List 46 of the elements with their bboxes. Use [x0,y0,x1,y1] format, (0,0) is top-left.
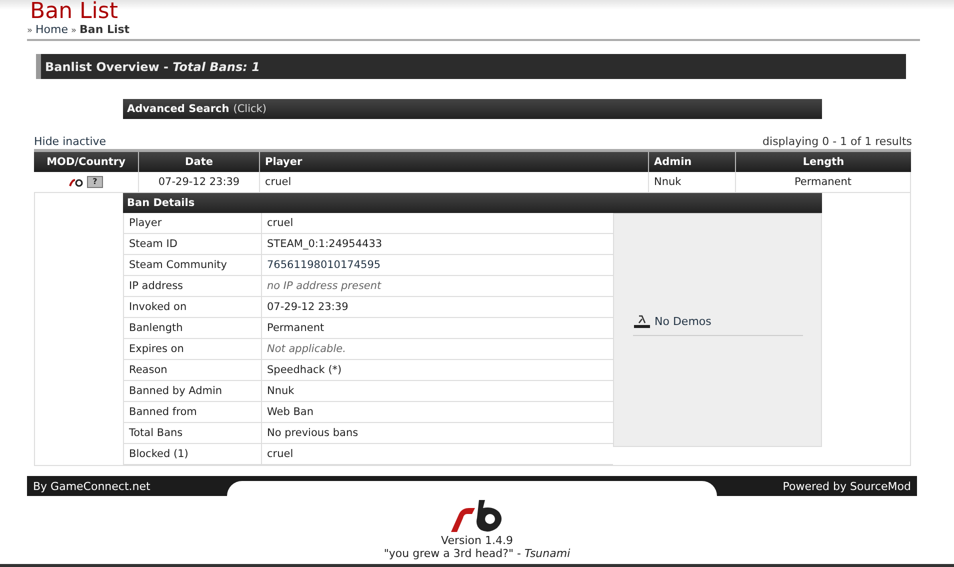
footer-quote: "you grew a 3rd head?" - Tsunami [384,547,570,560]
no-demos-link[interactable]: No Demos [654,315,712,328]
breadcrumb-current: Ban List [80,24,130,36]
detail-label: Banned by Admin [123,381,262,401]
ban-details-header: Ban Details [123,193,822,213]
version-text: Version 1.4.9 [441,534,513,547]
column-header: Length [802,155,846,170]
detail-label: Steam Community [123,255,262,275]
detail-value: 07-29-12 23:39 [266,300,350,315]
detail-label: Player [123,213,262,233]
detail-label: Banned from [123,402,262,422]
detail-value: Not applicable. [266,342,347,357]
detail-label: Blocked (1) [123,444,262,464]
detail-value: Nnuk [266,384,296,399]
detail-value: cruel [266,447,294,462]
detail-label: Reason [123,360,262,380]
overview-title: Banlist Overview - Total Bans: 1 [45,60,260,74]
footer-credit: By GameConnect.net [33,480,150,492]
detail-value: Web Ban [266,405,315,420]
page-title: Ban List [29,0,119,24]
detail-label: Total Bans [123,423,262,443]
detail-value: Speedhack (*) [266,363,343,378]
detail-label: IP address [123,276,262,296]
detail-label: Banlength [123,318,262,338]
detail-value: no IP address present [266,279,382,294]
table-cell: cruel [260,172,649,192]
footer-powered-by: Powered by SourceMod [782,480,911,492]
detail-label: Invoked on [123,297,262,317]
demo-icon [632,314,650,328]
detail-label: Expires on [123,339,262,359]
detail-value: Permanent [266,321,326,336]
detail-label: Steam ID [123,234,262,254]
detail-value: STEAM_0:1:24954433 [266,237,384,252]
results-count: displaying 0 - 1 of 1 results [762,134,912,148]
breadcrumb-link[interactable]: Home [36,24,68,36]
advanced-search-bar[interactable]: Advanced Search (Click) [123,99,822,119]
table-cell: 07-29-12 23:39 [139,172,260,192]
breadcrumb-separator: » [27,25,33,37]
table-cell: Permanent [736,172,911,192]
detail-value: cruel [266,216,294,231]
game-mod-icon [69,178,83,186]
breadcrumb-separator: » [71,25,77,37]
detail-value: No previous bans [266,426,360,441]
steam-community-link[interactable]: 76561198010174595 [267,259,381,271]
unknown-country-flag: ? [87,176,103,188]
table-cell: Nnuk [649,172,736,192]
